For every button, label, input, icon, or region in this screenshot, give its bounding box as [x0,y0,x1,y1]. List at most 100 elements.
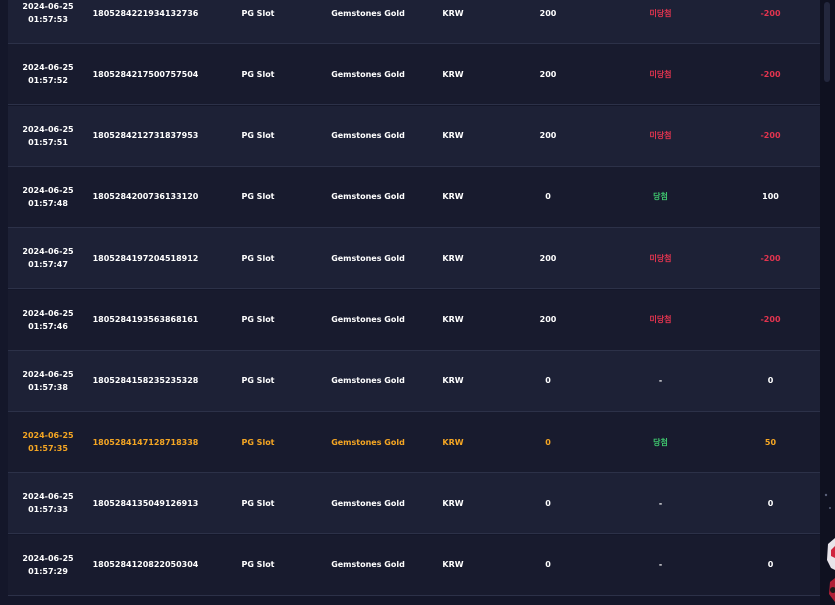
bet-clock: 01:57:53 [28,15,68,24]
profit-loss: 100 [762,192,779,202]
currency: KRW [442,437,464,447]
bet-time: 2024-06-25 01:57:35 [8,412,88,472]
game-name: Gemstones Gold [331,8,405,18]
bet-time: 2024-06-25 01:57:29 [8,535,88,595]
table-row[interactable]: 2024-06-25 01:57:38 1805284158235235328 PG … [8,350,820,412]
currency: KRW [442,192,464,202]
bet-time: 2024-06-25 01:57:51 [8,106,88,166]
provider: PG Slot [241,376,275,386]
game-name: Gemstones Gold [331,560,405,570]
bet-result: - [658,560,663,570]
bet-date: 2024-06-25 [22,492,74,502]
bet-clock: 01:57:48 [28,198,68,208]
table-row[interactable]: 2024-06-25 01:57:35 1805284147128718338 PG … [8,412,820,474]
currency: KRW [442,498,464,508]
provider: PG Slot [241,8,275,18]
provider: PG Slot [241,560,275,570]
table-row[interactable]: 2024-06-25 01:57:48 1805284200736133120 PG … [8,166,820,228]
bet-date: 2024-06-25 [22,247,74,257]
bet-time: 2024-06-25 01:57:46 [8,290,88,350]
table-row[interactable]: 2024-06-25 01:57:33 1805284135049126913 PG … [8,473,820,535]
bet-clock: 01:57:52 [28,76,68,86]
bet-clock: 01:57:46 [28,321,68,331]
bet-history-table: 2024-06-25 01:57:53 1805284221934132736 PG … [8,0,820,605]
bet-date: 2024-06-25 [22,2,74,11]
game-name: Gemstones Gold [331,376,405,386]
bet-time: 2024-06-25 01:57:52 [8,44,88,104]
bet-id: 1805284212731837953 [92,131,199,141]
game-name: Gemstones Gold [331,315,405,324]
bet-date: 2024-06-25 [22,431,74,441]
bet-id: 1805284221934132736 [92,8,199,18]
profit-loss: -200 [760,253,781,263]
bet-amount: 0 [545,192,551,202]
table-row[interactable]: 2024-06-25 01:57:53 1805284221934132736 PG … [8,0,820,44]
profit-loss: 0 [767,560,774,570]
bet-clock: 01:57:29 [28,566,68,576]
currency: KRW [442,376,464,386]
bet-clock: 01:57:33 [28,505,68,515]
profit-loss: -200 [760,69,781,79]
provider: PG Slot [241,437,275,447]
provider: PG Slot [241,192,275,202]
bet-time: 2024-06-25 01:57:48 [8,167,88,227]
bet-result: 미당첨 [649,69,672,79]
provider: PG Slot [241,253,275,263]
bet-id: 1805284193563868161 [92,315,199,324]
bet-date: 2024-06-25 [22,124,74,134]
bet-amount: 0 [545,560,551,570]
bet-id: 1805284158235235328 [92,376,199,386]
profit-loss: -200 [760,8,781,18]
bet-time: 2024-06-25 01:57:53 [8,0,88,43]
table-row[interactable]: 2024-06-25 01:57:47 1805284197204518912 PG … [8,228,820,290]
bet-amount: 200 [539,8,557,18]
provider: PG Slot [241,69,275,79]
bet-id: 1805284197204518912 [92,253,199,263]
table-row[interactable]: 2024-06-25 01:57:46 1805284193563868161 PG … [8,289,820,351]
bet-result: 당첨 [653,192,668,202]
bet-id: 1805284120822050304 [92,560,199,570]
bet-amount: 200 [539,315,557,324]
bet-id: 1805284147128718338 [92,437,199,447]
game-name: Gemstones Gold [331,131,405,141]
scrollbar-thumb[interactable] [824,2,830,82]
bet-date: 2024-06-25 [22,308,74,318]
game-name: Gemstones Gold [331,253,405,263]
currency: KRW [442,69,464,79]
bet-amount: 0 [545,498,551,508]
currency: KRW [442,131,464,141]
bet-amount: 200 [539,69,557,79]
profit-loss: -200 [760,131,781,141]
provider: PG Slot [241,131,275,141]
bet-clock: 01:57:38 [28,382,68,392]
bet-id: 1805284200736133120 [92,192,199,202]
bet-id: 1805284217500757504 [92,69,199,79]
provider: PG Slot [241,315,275,324]
table-row[interactable]: 2024-06-25 01:57:52 1805284217500757504 PG … [8,44,820,106]
bet-result: - [658,498,663,508]
bet-amount: 200 [539,253,557,263]
floating-mascot-icon[interactable] [822,490,835,605]
table-row[interactable]: 2024-06-25 01:57:29 1805284120822050304 PG … [8,534,820,596]
currency: KRW [442,8,464,18]
bet-time: 2024-06-25 01:57:38 [8,351,88,411]
bet-clock: 01:57:47 [28,260,68,270]
profit-loss: 50 [764,437,777,447]
bet-result: 미당첨 [649,253,672,263]
profit-loss: -200 [760,315,781,324]
profit-loss: 0 [767,498,774,508]
bet-result: 미당첨 [649,8,672,18]
provider: PG Slot [241,498,275,508]
bet-clock: 01:57:35 [28,444,68,454]
bet-result: 미당첨 [649,315,672,324]
bet-amount: 200 [539,131,557,141]
currency: KRW [442,315,464,324]
table-row[interactable]: 2024-06-25 01:57:51 1805284212731837953 PG … [8,105,820,167]
bet-id: 1805284135049126913 [92,498,199,508]
game-name: Gemstones Gold [331,192,405,202]
bet-amount: 0 [545,437,551,447]
bet-date: 2024-06-25 [22,369,74,379]
bet-time: 2024-06-25 01:57:47 [8,228,88,288]
bet-result: 당첨 [653,437,668,447]
bet-result: 미당첨 [649,131,672,141]
